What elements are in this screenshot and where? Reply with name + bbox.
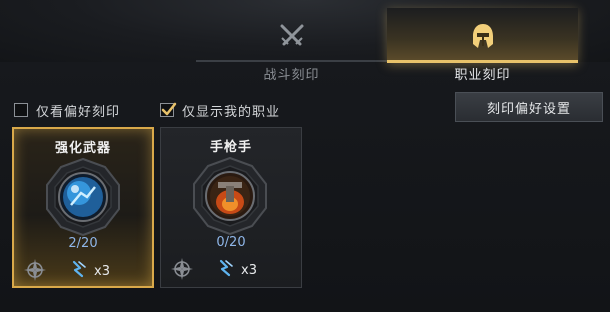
compass-icon <box>171 258 193 284</box>
engraving-cost: x3 <box>70 260 110 282</box>
crossed-swords-icon <box>278 22 306 54</box>
my-class-only-label: 仅显示我的职业 <box>182 104 281 120</box>
compass-icon <box>24 259 46 285</box>
filter-preferred-only[interactable]: 仅看偏好刻印 <box>14 101 121 120</box>
engraving-cost: x3 <box>217 259 257 281</box>
tab-class-engravings[interactable]: 职业刻印 <box>387 0 578 84</box>
tab-bar: 战斗刻印 职业刻印 <box>196 0 578 84</box>
checkmark-icon <box>161 102 177 116</box>
my-class-only-checkbox[interactable] <box>160 102 177 117</box>
engraving-card-peacemaker[interactable]: 手枪手 0/20 x3 <box>160 127 302 288</box>
pistol-flame-icon <box>182 156 278 240</box>
helmet-icon <box>470 22 496 54</box>
engraving-progress: 2/20 <box>68 236 98 251</box>
engraving-card-keen-blunt[interactable]: 强化武器 2/20 x3 <box>12 127 154 288</box>
tab-battle-label: 战斗刻印 <box>263 68 320 83</box>
blue-crystal-icon <box>70 260 88 282</box>
engraving-cost-quantity: x3 <box>94 263 110 279</box>
blue-orb-icon <box>35 157 131 241</box>
blue-crystal-icon <box>217 259 235 281</box>
engraving-cost-quantity: x3 <box>241 262 257 278</box>
engraving-preference-settings-button[interactable]: 刻印偏好设置 <box>455 92 603 122</box>
engraving-name: 强化武器 <box>54 141 111 156</box>
preferred-only-label: 仅看偏好刻印 <box>36 104 121 120</box>
preferred-only-checkbox[interactable] <box>14 103 28 117</box>
engraving-name: 手枪手 <box>209 140 252 155</box>
engraving-progress: 0/20 <box>216 235 246 250</box>
filter-my-class-only[interactable]: 仅显示我的职业 <box>160 101 281 120</box>
tab-battle-engravings[interactable]: 战斗刻印 <box>196 0 387 84</box>
tab-class-label: 职业刻印 <box>454 68 511 83</box>
